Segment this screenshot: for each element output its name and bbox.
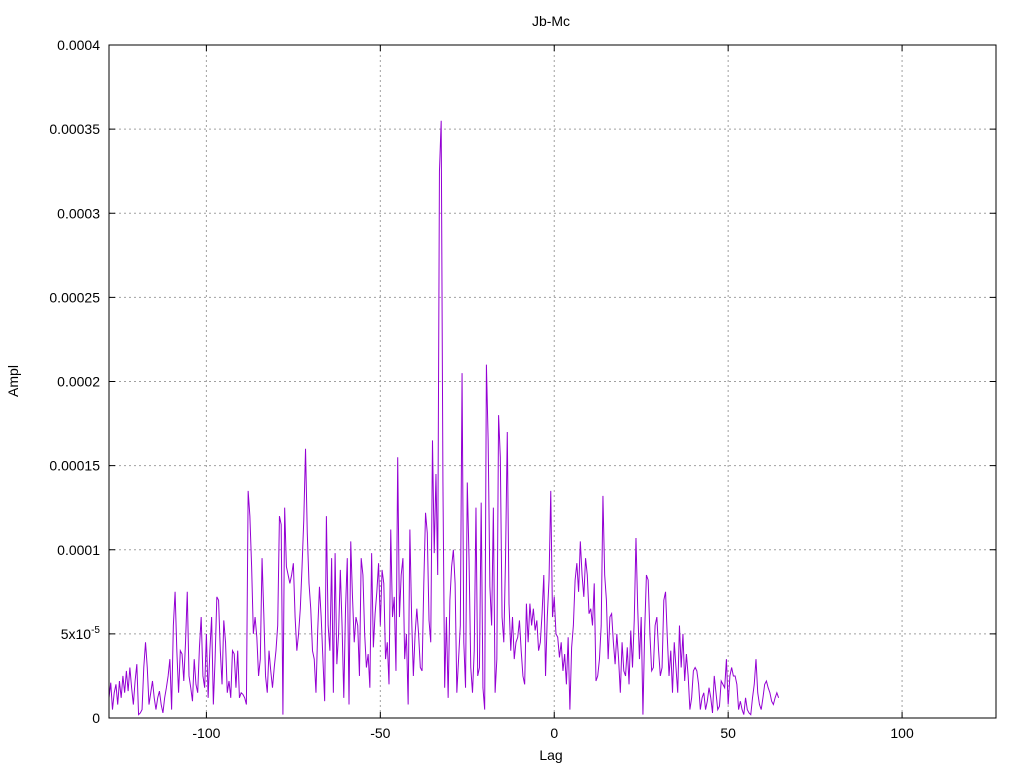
chart-title: Jb-Mc — [532, 13, 570, 29]
y-tick-label: 0.0001 — [57, 542, 100, 558]
y-tick-label: 5x10-5 — [61, 625, 101, 642]
series-line — [108, 120, 780, 716]
x-tick-labels: -100 -50 0 50 100 — [192, 725, 914, 741]
y-tick-label: 0.0003 — [57, 205, 100, 221]
cross-correlation-chart: Jb-Mc -100 -50 0 50 100 0 5x10-5 0.0001 0.00015… — [5, 13, 997, 763]
y-tick-label: 0 — [92, 710, 100, 726]
x-tick-label: -100 — [192, 725, 220, 741]
y-tick-label-base: 5x10 — [61, 626, 92, 642]
y-tick-label: 0.00025 — [49, 289, 100, 305]
y-tick-label: 0.00035 — [49, 121, 100, 137]
y-tick-label: 0.00015 — [49, 458, 100, 474]
y-tick-label-exponent: -5 — [91, 625, 100, 636]
x-tick-label: 0 — [550, 725, 558, 741]
y-tick-label: 0.0002 — [57, 374, 100, 390]
y-axis-label: Ampl — [5, 365, 21, 397]
x-tick-label: 100 — [890, 725, 914, 741]
series-group — [108, 120, 780, 716]
y-tick-label: 0.0004 — [57, 37, 100, 53]
x-axis-label: Lag — [539, 747, 562, 763]
x-tick-label: 50 — [720, 725, 736, 741]
y-tick-labels: 0 5x10-5 0.0001 0.00015 0.0002 0.00025 0.0003 0… — [49, 37, 100, 726]
x-tick-label: -50 — [370, 725, 390, 741]
